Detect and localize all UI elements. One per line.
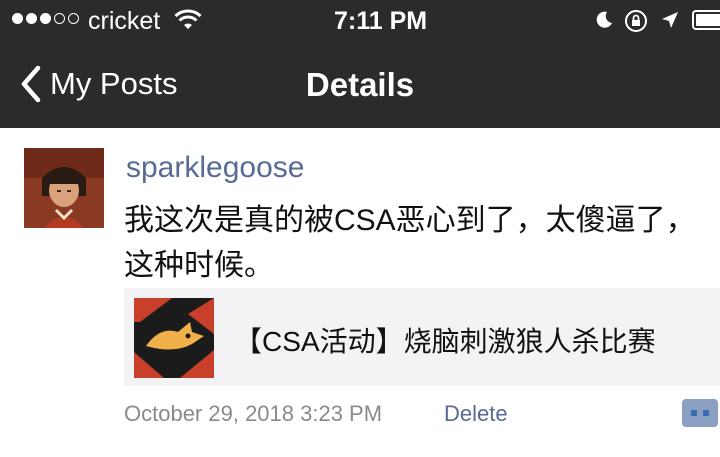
status-bar: cricket 7:11 PM bbox=[0, 0, 720, 42]
status-time: 7:11 PM bbox=[334, 7, 428, 35]
link-title: 【CSA活动】烧脑刺激狼人杀比赛 bbox=[234, 326, 656, 357]
page-title: Details bbox=[305, 66, 415, 103]
werewolf-logo-icon bbox=[134, 298, 214, 378]
signal-strength-icon bbox=[12, 13, 79, 24]
rotation-lock-icon bbox=[625, 10, 647, 32]
post-text: 我这次是真的被CSA恶心到了，太傻逼了，这种时候。 bbox=[124, 204, 696, 282]
moon-icon bbox=[596, 11, 612, 28]
wifi-icon bbox=[174, 9, 202, 29]
location-icon bbox=[662, 12, 678, 28]
avatar-portrait-icon bbox=[24, 148, 104, 228]
shared-link-card[interactable]: 【CSA活动】烧脑刺激狼人杀比赛 bbox=[124, 288, 720, 386]
delete-button[interactable]: Delete bbox=[444, 401, 508, 427]
carrier-name: cricket bbox=[88, 7, 161, 35]
navigation-bar: My Posts Details bbox=[0, 42, 720, 128]
battery-icon bbox=[692, 10, 720, 30]
post-timestamp: October 29, 2018 3:23 PM bbox=[124, 401, 383, 426]
top-bar: cricket 7:11 PM My Posts Details bbox=[0, 0, 720, 128]
avatar[interactable] bbox=[24, 148, 104, 228]
comment-icon[interactable] bbox=[682, 399, 718, 427]
username[interactable]: sparklegoose bbox=[126, 151, 304, 185]
